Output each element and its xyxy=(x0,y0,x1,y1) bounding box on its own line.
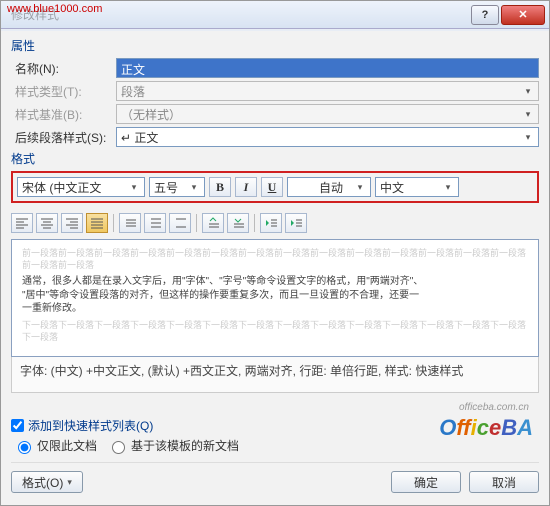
next-label: 后续段落样式(S): xyxy=(11,129,116,146)
section-properties: 属性 xyxy=(11,37,539,54)
underline-button[interactable]: U xyxy=(261,177,283,197)
base-combo: （无样式） ▾ xyxy=(116,104,539,124)
name-label: 名称(N): xyxy=(11,60,116,77)
type-combo: 段落 ▾ xyxy=(116,81,539,101)
chevron-down-icon: ▾ xyxy=(352,180,368,194)
line-spacing-1-button[interactable] xyxy=(119,213,141,233)
overlay-url: www.blue1000.com xyxy=(7,3,102,15)
space-before-inc-button[interactable] xyxy=(202,213,224,233)
chevron-down-icon: ▾ xyxy=(520,107,536,121)
italic-button[interactable]: I xyxy=(235,177,257,197)
close-button[interactable]: ✕ xyxy=(501,5,545,25)
align-right-button[interactable] xyxy=(61,213,83,233)
add-quick-styles-label: 添加到快速样式列表(Q) xyxy=(28,417,153,434)
indent-dec-button[interactable] xyxy=(260,213,282,233)
type-value: 段落 xyxy=(121,83,145,100)
align-center-button[interactable] xyxy=(36,213,58,233)
type-label: 样式类型(T): xyxy=(11,83,116,100)
line-spacing-1-5-button[interactable] xyxy=(144,213,166,233)
base-value: （无样式） xyxy=(121,106,181,123)
template-radio[interactable]: 基于该模板的新文档 xyxy=(107,437,239,454)
lang-value: 中文 xyxy=(380,179,404,196)
separator xyxy=(196,214,197,232)
lang-combo[interactable]: 中文 ▾ xyxy=(375,177,459,197)
help-button[interactable]: ? xyxy=(471,5,499,25)
only-doc-radio[interactable]: 仅限此文档 xyxy=(13,437,97,454)
color-combo[interactable]: 自动▾ xyxy=(287,177,371,197)
chevron-down-icon: ▾ xyxy=(186,180,202,194)
ghost-after: 下一段落下一段落下一段落下一段落下一段落下一段落下一段落下一段落下一段落下一段落… xyxy=(22,320,528,343)
align-left-button[interactable] xyxy=(11,213,33,233)
section-format: 格式 xyxy=(11,150,539,167)
bold-button[interactable]: B xyxy=(209,177,231,197)
chevron-down-icon: ▾ xyxy=(520,130,536,144)
style-description: 字体: (中文) +中文正文, (默认) +西文正文, 两端对齐, 行距: 单倍… xyxy=(11,357,539,393)
watermark-url: officeba.com.cn xyxy=(459,402,529,413)
font-value: 宋体 (中文正文 xyxy=(22,179,101,196)
separator xyxy=(254,214,255,232)
add-quick-styles-checkbox[interactable] xyxy=(11,419,24,432)
ok-button[interactable]: 确定 xyxy=(391,471,461,493)
next-value: ↵ 正文 xyxy=(121,129,158,146)
font-toolbar-highlight: 宋体 (中文正文 ▾ 五号 ▾ B I U 自动▾ 中文 ▾ xyxy=(11,171,539,203)
ghost-before: 前一段落前一段落前一段落前一段落前一段落前一段落前一段落前一段落前一段落前一段落… xyxy=(22,248,528,271)
modify-style-dialog: www.blue1000.com 修改样式 ? ✕ 属性 名称(N): 正文 样… xyxy=(0,0,550,506)
line-spacing-2-button[interactable] xyxy=(169,213,191,233)
base-label: 样式基准(B): xyxy=(11,106,116,123)
chevron-down-icon: ▾ xyxy=(520,84,536,98)
separator xyxy=(113,214,114,232)
preview-text: 通常，很多人都是在录入文字后，用"字体"、"字号"等命令设置文字的格式，用"两端… xyxy=(22,275,528,316)
size-value: 五号 xyxy=(154,179,178,196)
cancel-button[interactable]: 取消 xyxy=(469,471,539,493)
align-justify-button[interactable] xyxy=(86,213,108,233)
space-before-dec-button[interactable] xyxy=(227,213,249,233)
paragraph-toolbar xyxy=(11,211,539,239)
format-menu-button[interactable]: 格式(O) xyxy=(11,471,83,493)
size-combo[interactable]: 五号 ▾ xyxy=(149,177,205,197)
chevron-down-icon: ▾ xyxy=(126,180,142,194)
preview-pane: 前一段落前一段落前一段落前一段落前一段落前一段落前一段落前一段落前一段落前一段落… xyxy=(11,239,539,357)
name-input[interactable]: 正文 xyxy=(116,58,539,78)
chevron-down-icon: ▾ xyxy=(440,180,456,194)
font-combo[interactable]: 宋体 (中文正文 ▾ xyxy=(17,177,145,197)
indent-inc-button[interactable] xyxy=(285,213,307,233)
next-combo[interactable]: ↵ 正文 ▾ xyxy=(116,127,539,147)
